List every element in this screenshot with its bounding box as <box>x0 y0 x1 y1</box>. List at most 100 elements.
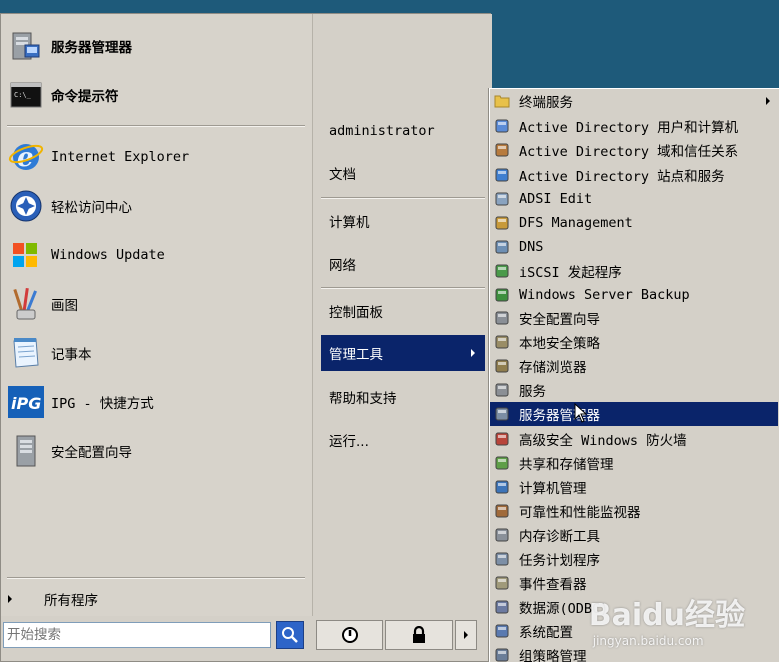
submenu-item-label: DNS <box>519 239 544 255</box>
shutdown-options-button[interactable] <box>455 620 477 650</box>
firewall-icon <box>493 430 511 448</box>
adsi-edit-icon <box>493 190 511 208</box>
place-item-administrator[interactable]: administrator <box>321 113 485 149</box>
place-item-run[interactable]: 运行... <box>321 422 485 458</box>
dns-icon <box>493 238 511 256</box>
submenu-item[interactable]: ADSI Edit <box>490 187 778 211</box>
place-item-label: 控制面板 <box>329 305 383 321</box>
lock-icon <box>413 626 425 643</box>
submenu-item[interactable]: 存储浏览器 <box>490 354 778 378</box>
submenu-item[interactable]: 本地安全策略 <box>490 330 778 354</box>
place-item-computer[interactable]: 计算机 <box>321 203 485 239</box>
administrative-tools-submenu: 终端服务 Active Directory 用户和计算机 Active Direct… <box>489 88 779 662</box>
submenu-item[interactable]: Windows Server Backup <box>490 283 778 307</box>
submenu-item-label: 共享和存储管理 <box>519 457 614 473</box>
submenu-item[interactable]: 内存诊断工具 <box>490 523 778 547</box>
recent-item-label: Internet Explorer <box>51 149 190 165</box>
local-security-policy-icon <box>493 333 511 351</box>
recent-item-ease-of-access[interactable]: 轻松访问中心 <box>7 184 305 228</box>
event-viewer-icon <box>493 574 511 592</box>
submenu-item[interactable]: 安全配置向导 <box>490 306 778 330</box>
windows-update-icon <box>7 236 45 274</box>
security-wizard-icon <box>7 432 45 470</box>
submenu-item[interactable]: 计算机管理 <box>490 475 778 499</box>
pinned-separator <box>7 125 305 127</box>
recent-item-label: 轻松访问中心 <box>51 200 132 216</box>
submenu-item[interactable]: 服务器管理器 <box>490 402 778 426</box>
submenu-item-label: 组策略管理 <box>519 649 587 662</box>
all-programs-button[interactable]: 所有程序 <box>1 584 312 614</box>
recent-item-internet-explorer[interactable]: e Internet Explorer <box>7 135 305 179</box>
places-separator <box>321 287 485 289</box>
start-menu-places-pane: administrator 文档 计算机 网络 控制面板 管理工具 帮助和支持 … <box>312 14 492 616</box>
place-item-network[interactable]: 网络 <box>321 246 485 282</box>
submenu-item-label: 可靠性和性能监视器 <box>519 505 641 521</box>
baidu-watermark: Baidu经验 jingyan.baidu.com <box>589 590 745 648</box>
task-scheduler-icon <box>493 550 511 568</box>
submenu-item[interactable]: 可靠性和性能监视器 <box>490 499 778 523</box>
place-item-label: 文档 <box>329 167 356 183</box>
submenu-item[interactable]: iSCSI 发起程序 <box>490 259 778 283</box>
submenu-item[interactable]: 任务计划程序 <box>490 547 778 571</box>
chevron-right-icon <box>464 631 468 639</box>
command-prompt-icon: C:\_ <box>7 76 45 114</box>
server-manager-icon <box>7 27 45 65</box>
recent-item-ipg-shortcut[interactable]: iPG IPG - 快捷方式 <box>7 380 305 424</box>
recent-item-windows-update[interactable]: Windows Update <box>7 233 305 277</box>
notepad-icon <box>7 334 45 372</box>
expand-arrow-icon <box>8 595 12 603</box>
place-item-administrative-tools[interactable]: 管理工具 <box>321 335 485 371</box>
dfs-management-icon <box>493 214 511 232</box>
submenu-item[interactable]: DFS Management <box>490 211 778 235</box>
submenu-item[interactable]: 高级安全 Windows 防火墙 <box>490 427 778 451</box>
server-manager-icon <box>493 405 511 423</box>
memory-diagnostics-icon <box>493 526 511 544</box>
submenu-item[interactable]: 共享和存储管理 <box>490 451 778 475</box>
system-configuration-icon <box>493 622 511 640</box>
power-button[interactable] <box>316 620 383 650</box>
recent-item-label: 画图 <box>51 298 78 314</box>
lock-button[interactable] <box>385 620 453 650</box>
start-menu-bottom-bar <box>1 616 490 661</box>
folder-icon <box>493 92 511 110</box>
pinned-item-server-manager[interactable]: 服务器管理器 <box>7 24 305 68</box>
submenu-item-label: 存储浏览器 <box>519 360 587 376</box>
start-search-input[interactable] <box>3 622 271 648</box>
submenu-arrow-icon <box>766 97 770 105</box>
svg-text:C:\_: C:\_ <box>14 91 32 99</box>
submenu-item[interactable]: Active Directory 域和信任关系 <box>490 138 778 162</box>
storage-explorer-icon <box>493 357 511 375</box>
mouse-cursor-icon <box>574 403 588 423</box>
recent-item-label: 记事本 <box>51 347 92 363</box>
recent-item-paint[interactable]: 画图 <box>7 282 305 326</box>
place-item-label: 网络 <box>329 258 356 274</box>
recent-item-security-wizard[interactable]: 安全配置向导 <box>7 429 305 473</box>
submenu-item-label: 内存诊断工具 <box>519 529 600 545</box>
pinned-item-command-prompt[interactable]: C:\_ 命令提示符 <box>7 73 305 117</box>
security-wizard-icon <box>493 309 511 327</box>
submenu-item[interactable]: DNS <box>490 235 778 259</box>
watermark-brand: Baidu经验 <box>588 598 745 633</box>
submenu-item-label: 事件查看器 <box>519 577 587 593</box>
submenu-item[interactable]: 终端服务 <box>490 89 778 113</box>
iscsi-initiator-icon <box>493 262 511 280</box>
search-button[interactable] <box>276 621 304 649</box>
recent-item-label: Windows Update <box>51 247 165 263</box>
submenu-item-label: 任务计划程序 <box>519 553 600 569</box>
submenu-item-label: 服务 <box>519 384 546 400</box>
submenu-item-label: Windows Server Backup <box>519 287 690 303</box>
place-item-documents[interactable]: 文档 <box>321 155 485 191</box>
place-item-label: administrator <box>329 123 435 139</box>
group-policy-icon <box>493 646 511 662</box>
submenu-item[interactable]: Active Directory 站点和服务 <box>490 163 778 187</box>
place-item-label: 计算机 <box>329 215 370 231</box>
recent-item-notepad[interactable]: 记事本 <box>7 331 305 375</box>
power-icon <box>341 627 358 643</box>
submenu-item[interactable]: 服务 <box>490 378 778 402</box>
submenu-item[interactable]: Active Directory 用户和计算机 <box>490 114 778 138</box>
place-item-help-and-support[interactable]: 帮助和支持 <box>321 379 485 415</box>
ad-sites-services-icon <box>493 166 511 184</box>
submenu-item-label: ADSI Edit <box>519 191 593 207</box>
place-item-control-panel[interactable]: 控制面板 <box>321 293 485 329</box>
paint-icon <box>7 285 45 323</box>
